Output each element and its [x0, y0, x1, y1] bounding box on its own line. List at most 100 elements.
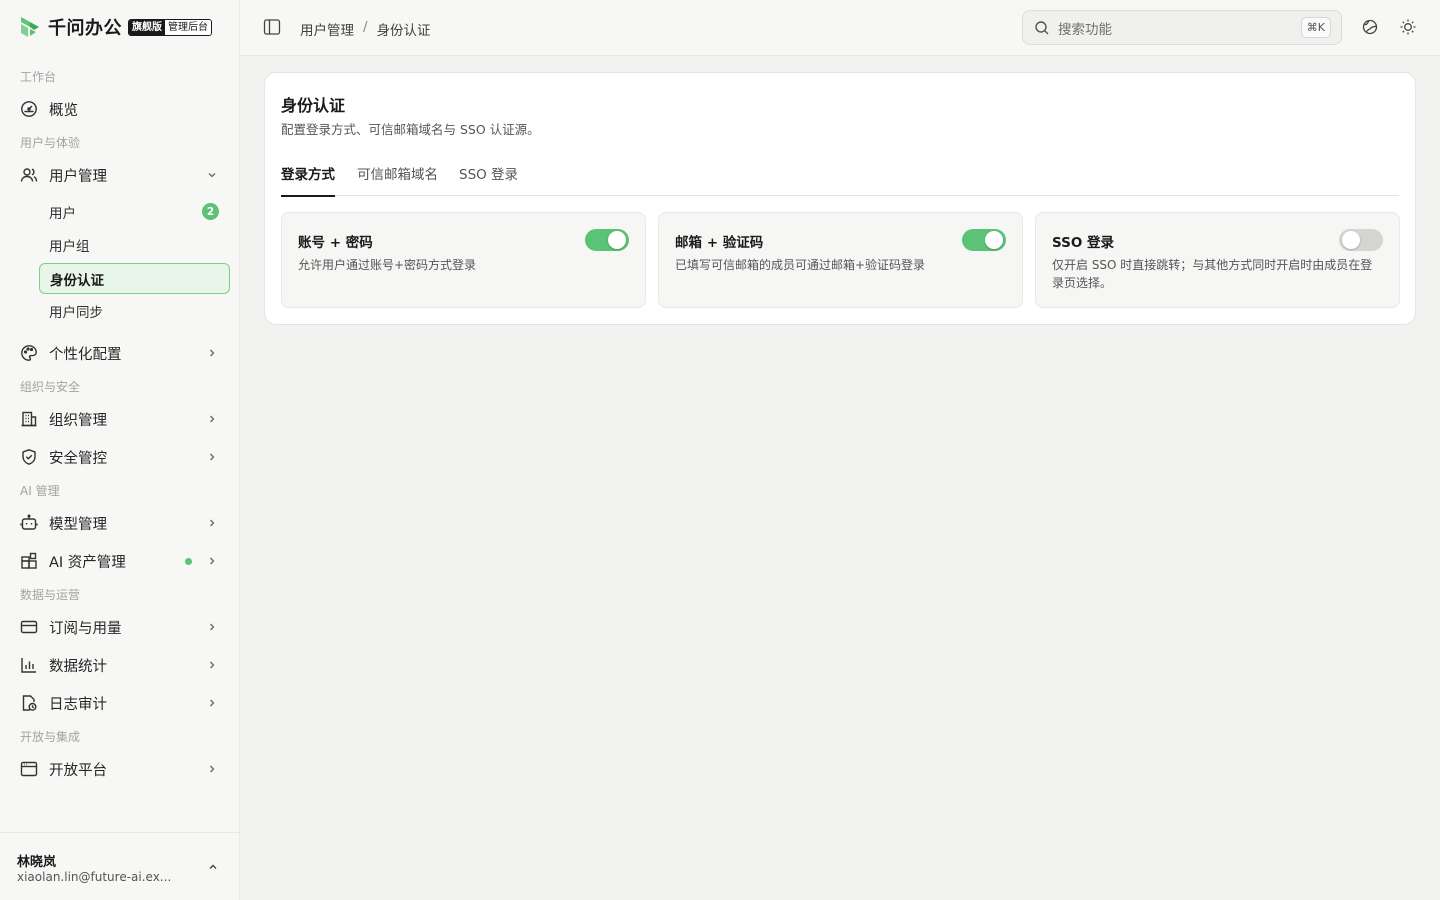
chevron-right-icon [210, 765, 215, 773]
page-description: 配置登录方式、可信邮箱域名与 SSO 认证源。 [281, 122, 540, 137]
email-code-login-toggle[interactable] [962, 229, 1006, 251]
option-description: 允许用户通过账号+密码方式登录 [298, 258, 477, 272]
console-label: 管理后台 [165, 19, 211, 35]
login-option-password: 账号 + 密码 允许用户通过账号+密码方式登录 [281, 212, 646, 308]
current-user[interactable]: 林晓岚 xiaolan.lin@future-ai.ex... [0, 832, 239, 900]
top-bar: 用户管理 / 身份认证 搜索功能 ⌘K [240, 0, 1440, 56]
chevron-right-icon [210, 661, 215, 669]
status-dot [185, 558, 192, 565]
sidebar-subitem-users[interactable]: 用户 2 [39, 196, 230, 227]
dashboard-gauge-icon [20, 100, 38, 118]
sidebar-subitem-label: 身份认证 [50, 272, 104, 289]
toggle-knob [608, 231, 626, 249]
sidebar-item-open-platform[interactable]: 开放平台 [12, 752, 228, 786]
tab-login-methods[interactable]: 登录方式 [281, 163, 335, 197]
sidebar-item-subscription[interactable]: 订阅与用量 [12, 610, 228, 644]
sidebar-subitem-label: 用户同步 [49, 304, 103, 321]
chevron-right-icon [210, 623, 215, 631]
section-label-org-security: 组织与安全 [20, 380, 81, 394]
search-input[interactable]: 搜索功能 ⌘K [1022, 10, 1342, 45]
chevron-right-icon [210, 557, 215, 565]
chevron-right-icon [210, 699, 215, 707]
globe-icon[interactable] [1361, 18, 1379, 36]
breadcrumb: 用户管理 / 身份认证 [300, 19, 431, 39]
password-login-toggle[interactable] [585, 229, 629, 251]
chevron-up-icon [209, 864, 217, 869]
sidebar-subitem-sync[interactable]: 用户同步 [39, 295, 230, 326]
sidebar-item-label: 用户管理 [49, 168, 107, 185]
sidebar-item-audit[interactable]: 日志审计 [12, 686, 228, 720]
toggle-knob [1342, 231, 1360, 249]
sidebar-subitem-groups[interactable]: 用户组 [39, 229, 230, 260]
option-description: 已填写可信邮箱的成员可通过邮箱+验证码登录 [675, 258, 926, 272]
brand-logo-icon [21, 17, 39, 37]
breadcrumb-item-current: 身份认证 [376, 23, 431, 39]
brand-name: 千问办公 [48, 18, 122, 39]
chevron-right-icon [210, 415, 215, 423]
search-placeholder: 搜索功能 [1058, 21, 1112, 38]
auth-tabs: 登录方式 可信邮箱域名 SSO 登录 [281, 157, 1399, 197]
sidebar-item-stats[interactable]: 数据统计 [12, 648, 228, 682]
sidebar-item-label: 订阅与用量 [49, 620, 122, 637]
section-label-data-ops: 数据与运营 [20, 588, 81, 602]
sidebar-subitem-label: 用户 [49, 205, 76, 222]
sidebar-item-model-management[interactable]: 模型管理 [12, 506, 228, 540]
brand[interactable]: 千问办公 旗舰版 管理后台 [18, 14, 212, 40]
search-shortcut: ⌘K [1300, 17, 1331, 38]
blocks-icon [20, 552, 38, 570]
sidebar-item-security[interactable]: 安全管控 [12, 440, 228, 474]
sidebar-item-label: 个性化配置 [49, 346, 122, 363]
option-title: 邮箱 + 验证码 [675, 235, 764, 251]
sidebar-item-user-management[interactable]: 用户管理 [12, 158, 228, 192]
sidebar-item-label: 模型管理 [49, 516, 107, 533]
sidebar-toggle-icon[interactable] [263, 18, 281, 36]
credit-card-icon [20, 618, 38, 636]
sidebar-item-label: 日志审计 [49, 696, 107, 713]
tab-sso[interactable]: SSO 登录 [459, 163, 518, 195]
sso-login-toggle[interactable] [1339, 229, 1383, 251]
sidebar-item-label: 安全管控 [49, 450, 107, 467]
sidebar-item-personalize[interactable]: 个性化配置 [12, 336, 228, 370]
tab-trusted-domains[interactable]: 可信邮箱域名 [357, 163, 438, 195]
sidebar-subitem-label: 用户组 [49, 238, 90, 255]
page-title: 身份认证 [281, 96, 346, 115]
robot-icon [20, 514, 38, 532]
section-label-workspace: 工作台 [20, 70, 57, 84]
chevron-down-icon [208, 173, 216, 178]
identity-auth-card: 身份认证 配置登录方式、可信邮箱域名与 SSO 认证源。 登录方式 可信邮箱域名… [264, 72, 1416, 325]
edition-badge: 旗舰版 管理后台 [128, 18, 212, 36]
breadcrumb-item-user-management[interactable]: 用户管理 [300, 19, 354, 39]
user-email: xiaolan.lin@future-ai.ex... [17, 870, 172, 884]
sidebar-item-overview[interactable]: 概览 [12, 92, 228, 126]
user-name: 林晓岚 [17, 855, 57, 870]
toggle-knob [985, 231, 1003, 249]
sidebar-item-label: 开放平台 [49, 762, 107, 779]
sidebar-item-org-management[interactable]: 组织管理 [12, 402, 228, 436]
app-window-icon [20, 760, 38, 778]
section-label-user-experience: 用户与体验 [20, 136, 81, 150]
sidebar-item-ai-assets[interactable]: AI 资产管理 [12, 544, 228, 578]
sidebar-item-label: 数据统计 [49, 658, 107, 675]
option-title: 账号 + 密码 [298, 235, 373, 251]
palette-icon [20, 344, 38, 362]
building-icon [20, 410, 38, 428]
sidebar-item-label: 组织管理 [49, 412, 107, 429]
chevron-right-icon [210, 519, 215, 527]
sidebar-item-label: 概览 [49, 102, 78, 119]
section-label-ai: AI 管理 [20, 484, 60, 498]
sun-icon[interactable] [1399, 18, 1417, 36]
sidebar-item-label: AI 资产管理 [49, 554, 126, 571]
breadcrumb-separator: / [363, 19, 368, 35]
users-icon [20, 166, 38, 184]
login-option-email-code: 邮箱 + 验证码 已填写可信邮箱的成员可通过邮箱+验证码登录 [658, 212, 1023, 308]
chevron-right-icon [210, 453, 215, 461]
sidebar-subitem-auth[interactable]: 身份认证 [39, 263, 230, 294]
search-icon [1035, 20, 1049, 34]
file-clock-icon [20, 694, 38, 712]
shield-check-icon [20, 448, 38, 466]
chevron-right-icon [210, 349, 215, 357]
option-title: SSO 登录 [1052, 235, 1115, 251]
section-label-open: 开放与集成 [20, 730, 81, 744]
option-description: 仅开启 SSO 时直接跳转；与其他方式同时开启时由成员在登录页选择。 [1052, 258, 1373, 290]
users-count-badge: 2 [202, 203, 219, 220]
